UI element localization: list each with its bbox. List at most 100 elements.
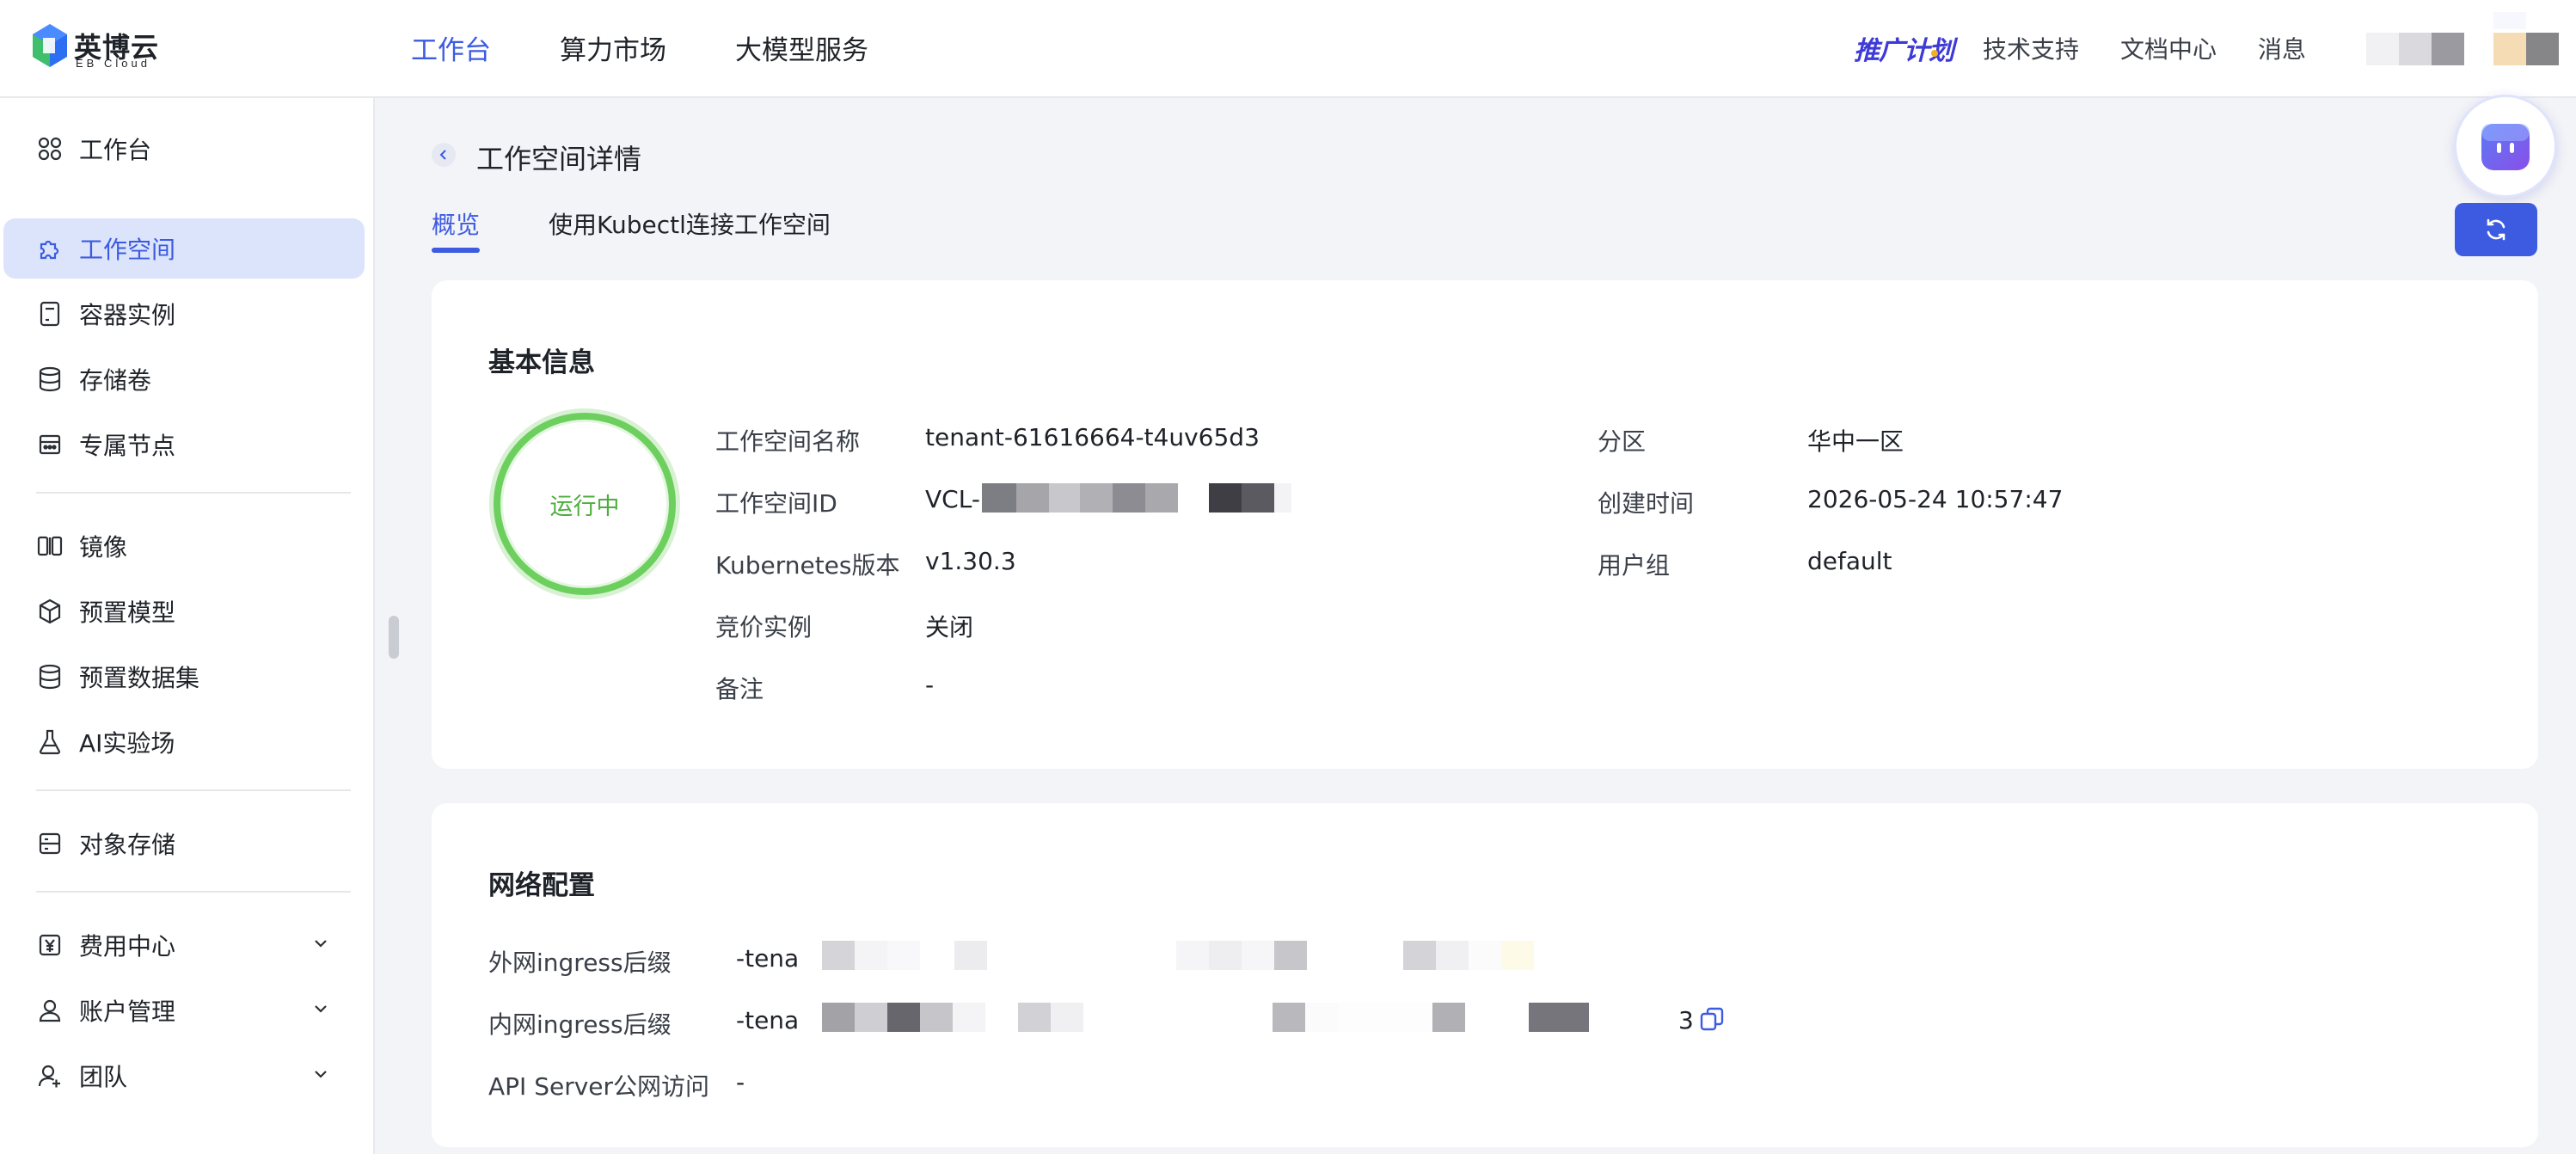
field-label: 竞价实例 <box>715 613 813 641</box>
sidebar-item-label: AI实验场 <box>79 729 175 758</box>
cube-icon <box>36 598 64 625</box>
api-server-public-value: - <box>736 1068 745 1096</box>
sidebar-item-volumes[interactable]: 存储卷 <box>3 349 365 409</box>
sidebar-item-label: 存储卷 <box>79 366 152 395</box>
sidebar-item-label: 镜像 <box>79 533 128 562</box>
k8s-version-value: v1.30.3 <box>925 547 1016 575</box>
sidebar-item-workspace[interactable]: 工作空间 <box>3 218 365 279</box>
yen-icon <box>36 931 64 959</box>
promo-link[interactable]: 推广计划 <box>1854 29 1954 67</box>
sidebar-item-label: 预置模型 <box>79 598 176 627</box>
basic-info-card: 基本信息 运行中 工作空间名称 tenant-61616664-t4uv65d3… <box>432 280 2538 769</box>
docs-link[interactable]: 文档中心 <box>2120 31 2217 65</box>
dataset-icon <box>36 663 64 691</box>
assistant-bot-button[interactable] <box>2454 95 2557 198</box>
top-nav: 工作台 算力市场 大模型服务 <box>411 0 937 95</box>
field-label: 用户组 <box>1598 551 1671 580</box>
region-value: 华中一区 <box>1807 427 1904 456</box>
chevron-down-icon <box>315 940 327 948</box>
sidebar-item-label: 对象存储 <box>79 831 176 859</box>
sidebar-item-dedicated-nodes[interactable]: 专属节点 <box>3 414 365 475</box>
sidebar-item-object-storage[interactable]: 对象存储 <box>3 813 365 874</box>
field-label: 内网ingress后缀 <box>488 1010 672 1039</box>
sidebar-item-account[interactable]: 账户管理 <box>3 980 365 1040</box>
internal-ingress-tail: 3 <box>1678 1006 1694 1034</box>
refresh-button[interactable] <box>2455 203 2537 256</box>
sidebar-item-ai-lab[interactable]: AI实验场 <box>3 712 365 772</box>
sidebar-divider <box>36 789 351 791</box>
copy-icon[interactable] <box>1699 1006 1725 1032</box>
sidebar-item-team[interactable]: 团队 <box>3 1046 365 1106</box>
image-icon <box>36 532 64 560</box>
sidebar-item-label: 费用中心 <box>79 932 176 961</box>
sidebar-item-billing[interactable]: 费用中心 <box>3 915 365 975</box>
workspace-id-redacted <box>982 483 1291 513</box>
external-ingress-value: -tena <box>736 944 800 973</box>
created-time-value: 2026-05-24 10:57:47 <box>1807 485 2064 513</box>
brand-logo[interactable]: 英博云 EB Cloud <box>31 22 160 71</box>
sidebar-item-label: 工作台 <box>79 136 152 164</box>
puzzle-icon <box>36 235 64 262</box>
back-button[interactable] <box>432 143 456 167</box>
basic-info-title: 基本信息 <box>488 347 595 378</box>
status-indicator: 运行中 <box>494 413 676 595</box>
sidebar-item-containers[interactable]: 容器实例 <box>3 284 365 344</box>
field-label: 分区 <box>1598 427 1647 456</box>
database-icon <box>36 365 64 393</box>
user-group-value: default <box>1807 547 1892 575</box>
page-title: 工作空间详情 <box>476 143 642 175</box>
status-text: 运行中 <box>549 493 620 520</box>
chevron-left-icon <box>439 150 446 160</box>
workspace-id-value: VCL- <box>925 485 980 513</box>
user-name-redacted[interactable] <box>2366 33 2464 65</box>
sidebar-divider <box>36 492 351 494</box>
top-header: 英博云 EB Cloud 工作台 算力市场 大模型服务 推广计划 技术支持 文档… <box>0 0 2576 98</box>
top-nav-llm-service[interactable]: 大模型服务 <box>735 28 868 67</box>
sidebar-item-images[interactable]: 镜像 <box>3 516 365 576</box>
brand-hexagon-icon <box>33 24 67 67</box>
sidebar-item-label: 账户管理 <box>79 997 176 1026</box>
tab-kubectl[interactable]: 使用Kubectl连接工作空间 <box>549 206 831 241</box>
internal-ingress-value: -tena <box>736 1006 800 1034</box>
sidebar-item-label: 容器实例 <box>79 301 176 329</box>
workspace-name-value: tenant-61616664-t4uv65d3 <box>925 423 1260 451</box>
messages-link[interactable]: 消息 <box>2258 31 2306 65</box>
network-config-title: 网络配置 <box>488 870 595 901</box>
field-label: 外网ingress后缀 <box>488 948 672 977</box>
spot-instance-value: 关闭 <box>925 613 974 641</box>
sidebar-divider <box>36 891 351 893</box>
network-config-card: 网络配置 外网ingress后缀 -tena 内网ingress后缀 -tena… <box>432 803 2538 1147</box>
sidebar-item-label: 工作空间 <box>79 236 176 264</box>
field-label: 备注 <box>715 675 764 703</box>
tab-active-indicator <box>432 248 480 253</box>
node-icon <box>36 431 64 458</box>
sidebar-item-label: 预置数据集 <box>79 664 200 692</box>
container-icon <box>36 300 64 328</box>
remark-value: - <box>925 671 935 699</box>
robot-icon <box>2481 124 2530 170</box>
sidebar-item-preset-models[interactable]: 预置模型 <box>3 581 365 641</box>
user-icon <box>36 997 64 1024</box>
chevron-down-icon <box>315 1005 327 1013</box>
team-icon <box>36 1062 64 1090</box>
field-label: 工作空间名称 <box>715 427 861 456</box>
sidebar-item-workbench[interactable]: 工作台 <box>3 119 365 179</box>
sidebar: 工作台 工作空间 容器实例 存储卷 专属节点 镜像 预置模型 预置数据集 AI实… <box>0 98 375 1154</box>
chevron-down-icon <box>315 1071 327 1078</box>
sidebar-resize-handle[interactable] <box>389 616 399 659</box>
field-label: API Server公网访问 <box>488 1072 710 1101</box>
external-ingress-redacted <box>822 941 1534 970</box>
field-label: 创建时间 <box>1598 489 1695 518</box>
support-link[interactable]: 技术支持 <box>1983 31 2079 65</box>
field-label: 工作空间ID <box>715 489 837 518</box>
tab-overview[interactable]: 概览 <box>432 206 480 241</box>
sidebar-item-preset-datasets[interactable]: 预置数据集 <box>3 647 365 707</box>
sidebar-item-label: 专属节点 <box>79 432 176 460</box>
promo-dot-icon <box>1931 50 1938 57</box>
sidebar-item-label: 团队 <box>79 1063 128 1091</box>
grid-icon <box>36 135 64 163</box>
field-label: Kubernetes版本 <box>715 551 900 580</box>
top-nav-workbench[interactable]: 工作台 <box>411 28 491 67</box>
top-nav-compute-market[interactable]: 算力市场 <box>560 28 666 67</box>
storage-icon <box>36 830 64 857</box>
